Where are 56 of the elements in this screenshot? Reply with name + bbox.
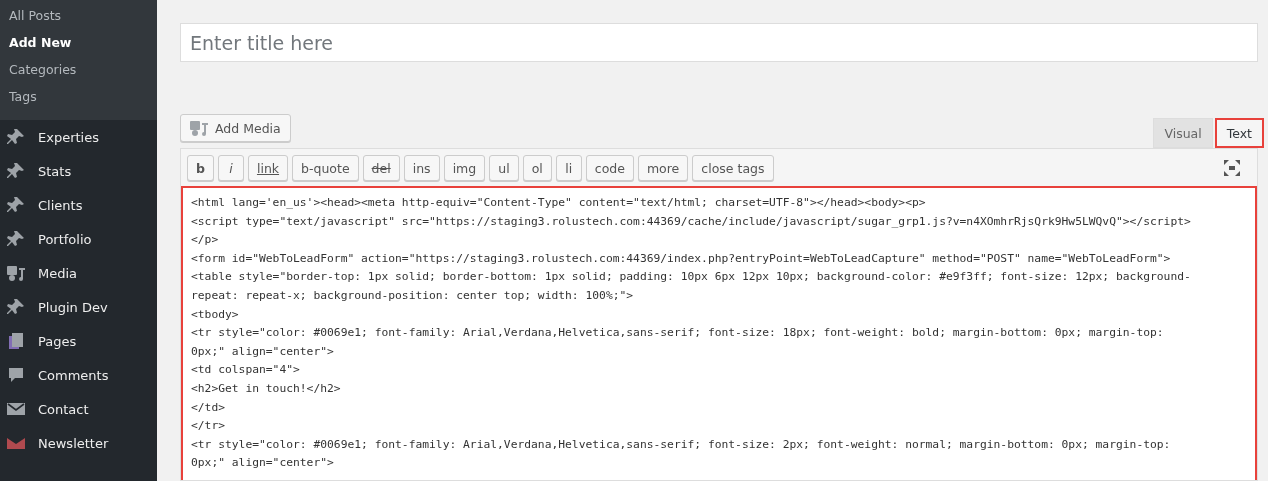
quicktag-button[interactable]: b [187,155,214,181]
code-line: <form id="WebToLeadForm" action="https://staging3.rolustech.com:44369/index.php?entryPoint=WebToLeadCapture" method="POST" name="WebToLeadForm"> [191,250,1172,267]
quicktag-button[interactable]: i [217,155,244,181]
pages-icon [6,331,26,351]
code-line: 0px;" align="center"> [191,343,335,360]
camera-music-icon [189,118,209,138]
pushpin-icon [6,297,26,317]
menu-item[interactable]: Media [0,256,157,290]
menu-item[interactable]: Stats [0,154,157,188]
quicktag-button[interactable]: close tags [692,155,774,181]
code-line: <table style="border-top: 1px solid; border-bottom: 1px solid; padding: 10px 6px 12px 10px; background-color: #e9f3ff; font-size: 12px; background- [191,269,1192,286]
quicktag-button[interactable]: code [585,155,634,181]
quicktag-button[interactable]: li [555,155,582,181]
add-media-button[interactable]: Add Media [180,114,291,142]
pushpin-icon [6,229,26,249]
menu-item[interactable]: Contact [0,392,157,426]
pushpin-icon [6,127,26,147]
menu-item[interactable]: Pages [0,324,157,358]
code-line: repeat: repeat-x; background-position: center top; width: 100%;"> [191,287,635,304]
quicktag-button[interactable]: img [443,155,486,181]
quicktag-button[interactable]: ul [489,155,519,181]
quicktag-button[interactable]: del [362,155,400,181]
code-line: </td> [191,399,226,416]
code-line: </p> [191,232,220,249]
code-line: <tr style="color: #0069e1; font-family: Arial,Verdana,Helvetica,sans-serif; font-size: 2px; font-weight: normal; margin-bottom: 0px; margin-top: [191,436,1172,453]
camera-music-icon [6,263,26,283]
editor-tab[interactable]: Text [1214,118,1264,148]
pushpin-icon [6,161,26,181]
speech-bubble-icon [6,365,26,385]
menu-item[interactable]: Clients [0,188,157,222]
menu-item[interactable]: Comments [0,358,157,392]
quicktag-button[interactable]: link [247,155,289,181]
code-line: </tr> [191,418,226,435]
code-line: <h2>Get in touch!</h2> [191,380,342,397]
code-line: <td colspan="4"> [191,362,301,379]
submenu-item[interactable]: Tags [0,85,157,112]
code-line: <tr style="color: #0069e1; font-family: Arial,Verdana,Helvetica,sans-serif; font-size: 18px; font-weight: bold; margin-bottom: 0px; margin-top: [191,325,1165,342]
menu-item[interactable]: Portfolio [0,222,157,256]
submenu-item[interactable]: All Posts [0,4,157,31]
pushpin-icon [6,195,26,215]
code-line: <html lang='en_us'><head><meta http-equiv="Content-Type" content="text/html; charset=UTF-8"></head><body><p> [191,195,927,211]
submenu-item[interactable]: Add New [0,31,157,58]
menu-item[interactable]: Experties [0,120,157,154]
quicktag-button[interactable]: b-quote [292,155,359,181]
code-line: <tbody> [191,306,240,323]
code-line: 0px;" align="center"> [191,455,335,472]
menu-item[interactable]: Newsletter [0,426,157,460]
quicktag-button[interactable]: more [637,155,689,181]
menu-item[interactable]: Plugin Dev [0,290,157,324]
quicktag-button[interactable]: ins [403,155,440,181]
title-field[interactable]: Enter title here [180,23,1258,62]
submenu-item[interactable]: Categories [0,58,157,85]
fullscreen-icon[interactable] [1223,159,1241,177]
code-line: <script type="text/javascript" src="https://staging3.rolustech.com:44369/cache/include/javascript/sugar_grp1.js?v=n4XOmhrRjsQrk9Hw5LWQvQ"></script> [191,213,1192,230]
quicktag-button[interactable]: ol [522,155,552,181]
editor-tab[interactable]: Visual [1153,118,1213,148]
